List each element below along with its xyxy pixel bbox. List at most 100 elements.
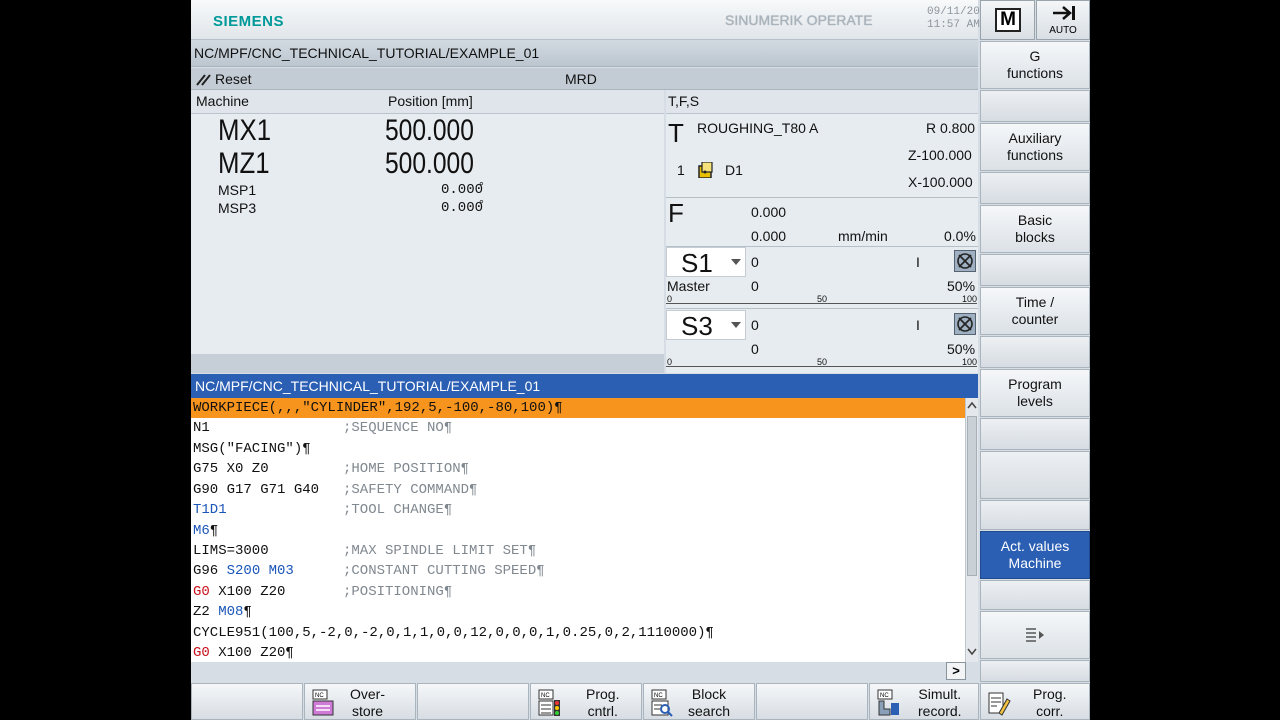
- empty-softkey[interactable]: [980, 172, 1090, 204]
- program-line[interactable]: CYCLE951(100,5,-2,0,-2,0,1,1,0,0,12,0,0,…: [193, 623, 714, 643]
- empty-softkey[interactable]: [980, 580, 1090, 610]
- program-control-softkey[interactable]: NC Prog. cntrl.: [530, 683, 642, 720]
- time-counter-softkey[interactable]: Time / counter: [980, 287, 1090, 335]
- empty-softkey[interactable]: [980, 418, 1090, 450]
- spindle-s1-stop-icon: [954, 250, 976, 272]
- program-line[interactable]: G0 X100 Z20¶: [193, 643, 294, 662]
- spindle-s1-selector[interactable]: S1: [666, 247, 746, 278]
- tool-z-offset: Z-100.000: [908, 147, 972, 163]
- scroll-right-button[interactable]: >: [946, 662, 966, 680]
- program-line[interactable]: N1 ;SEQUENCE NO¶: [193, 418, 452, 438]
- auxiliary-functions-softkey[interactable]: Auxiliary functions: [980, 123, 1090, 171]
- program-levels-softkey[interactable]: Program levels: [980, 369, 1090, 417]
- empty-softkey[interactable]: [980, 254, 1090, 286]
- machine-area-button[interactable]: M: [980, 0, 1035, 40]
- svg-text:NC: NC: [654, 693, 663, 699]
- code: LIMS=3000: [193, 543, 269, 559]
- program-line[interactable]: LIMS=3000 ;MAX SPINDLE LIMIT SET¶: [193, 541, 536, 561]
- code: ¶: [243, 604, 252, 620]
- spindle-value-msp1: 0.000: [441, 182, 484, 198]
- empty-softkey[interactable]: [191, 683, 303, 720]
- time: 11:57 AM: [927, 19, 980, 31]
- spindle-s1-label: Master: [667, 278, 710, 294]
- spindle-s3-selector[interactable]: S3: [666, 310, 746, 341]
- empty-softkey[interactable]: [980, 90, 1090, 122]
- channel-status-bar: Reset MRD: [191, 68, 978, 90]
- spindle-stop-icon: [957, 316, 973, 332]
- program-line[interactable]: G0 X100 Z20 ;POSITIONING¶: [193, 582, 452, 602]
- date-time: 09/11/20 11:57 AM: [927, 6, 980, 32]
- program-line[interactable]: G90 G17 G71 G40 ;SAFETY COMMAND¶: [193, 480, 477, 500]
- comment: ;POSITIONING¶: [343, 584, 453, 600]
- sinumerik-screen: SIEMENS SINUMERIK OPERATE 09/11/20 11:57…: [191, 0, 1090, 720]
- program-correction-softkey[interactable]: Prog. corr.: [980, 683, 1090, 720]
- axis-name-mz1: MZ1: [218, 147, 270, 180]
- basic-blocks-softkey[interactable]: Basic blocks: [980, 205, 1090, 253]
- empty-softkey[interactable]: [980, 336, 1090, 368]
- scale-tick: 0: [667, 294, 673, 304]
- code: G96: [193, 563, 227, 579]
- empty-softkey[interactable]: [980, 500, 1090, 530]
- program-line[interactable]: T1D1 ;TOOL CHANGE¶: [193, 500, 452, 520]
- softkey-label: Prog. cntrl.: [586, 686, 620, 719]
- spindle-s1-actual: 0: [751, 278, 759, 294]
- g-functions-softkey[interactable]: G functions: [980, 41, 1090, 89]
- svg-text:NC: NC: [541, 693, 550, 699]
- svg-text:NC: NC: [880, 693, 889, 699]
- editor-horizontal-scroll-area: [191, 662, 978, 682]
- code: M6: [193, 523, 210, 539]
- spindle-s1-name: S1: [681, 248, 713, 278]
- svg-text:NC: NC: [315, 693, 324, 699]
- spindle-stop-icon: [957, 253, 973, 269]
- softkey-label: G functions: [1006, 48, 1064, 81]
- program-line[interactable]: M6¶: [193, 521, 218, 541]
- tool-letter: T: [668, 118, 684, 148]
- scale-tick: 100: [962, 357, 978, 367]
- feed-unit: mm/min: [838, 228, 888, 244]
- scroll-down-icon[interactable]: [967, 648, 977, 656]
- current-block-line[interactable]: WORKPIECE(,,,"CYLINDER",192,5,-100,-80,1…: [191, 398, 965, 418]
- scroll-up-icon[interactable]: [967, 401, 977, 409]
- spindle-s3-direction: I: [916, 317, 920, 333]
- program-line[interactable]: G75 X0 Z0 ;HOME POSITION¶: [193, 459, 469, 479]
- program-line[interactable]: MSG("FACING")¶: [193, 439, 311, 459]
- program-line[interactable]: G96 S200 M03 ;CONSTANT CUTTING SPEED¶: [193, 561, 545, 581]
- auto-mode-button[interactable]: AUTO: [1036, 0, 1090, 40]
- block-search-softkey[interactable]: NC Block search: [643, 683, 755, 720]
- scale-tick: 50: [817, 357, 828, 367]
- spindle-s3-actual: 0: [751, 341, 759, 357]
- chevron-down-icon: [731, 259, 741, 265]
- axis-name-mx1: MX1: [218, 114, 272, 147]
- program-line[interactable]: Z2 M08¶: [193, 602, 252, 622]
- empty-softkey[interactable]: [756, 683, 868, 720]
- program-correction-icon: [988, 692, 1011, 716]
- simultaneous-recording-icon: NC: [877, 689, 899, 716]
- comment: ;HOME POSITION¶: [343, 461, 470, 477]
- more-softkeys-button[interactable]: [980, 611, 1090, 659]
- scale-tick: 100: [962, 294, 978, 304]
- scroll-thumb[interactable]: [967, 416, 977, 576]
- comment: ;SEQUENCE NO¶: [343, 420, 453, 436]
- empty-softkey[interactable]: [980, 451, 1090, 499]
- act-values-machine-softkey[interactable]: Act. values Machine: [980, 531, 1090, 579]
- program-path-bar: NC/MPF/CNC_TECHNICAL_TUTORIAL/EXAMPLE_01: [191, 40, 978, 67]
- program-editor[interactable]: WORKPIECE(,,,"CYLINDER",192,5,-100,-80,1…: [191, 398, 965, 662]
- code: ¶: [209, 523, 219, 539]
- feed-setpoint: 0.000: [751, 204, 787, 220]
- machine-icon: M: [995, 8, 1021, 32]
- code: M08: [218, 604, 244, 620]
- degree-unit: °: [479, 197, 484, 211]
- overstore-icon: NC: [312, 689, 334, 716]
- overstore-softkey[interactable]: NC Over- store: [304, 683, 416, 720]
- code: G0: [193, 584, 210, 600]
- tool-name: ROUGHING_T80 A: [697, 120, 819, 136]
- softkey-label: Auxiliary functions: [1006, 130, 1064, 163]
- empty-softkey[interactable]: [417, 683, 529, 720]
- spindle-s1-direction: I: [916, 254, 920, 270]
- axis-value-mz1: 500.000: [385, 147, 474, 180]
- tool-number: 1: [677, 162, 685, 178]
- empty-softkey[interactable]: [980, 660, 1090, 682]
- tfs-title: T,F,S: [668, 93, 700, 109]
- editor-vertical-scrollbar[interactable]: [965, 398, 978, 662]
- simultaneous-recording-softkey[interactable]: NC Simult. record.: [869, 683, 979, 720]
